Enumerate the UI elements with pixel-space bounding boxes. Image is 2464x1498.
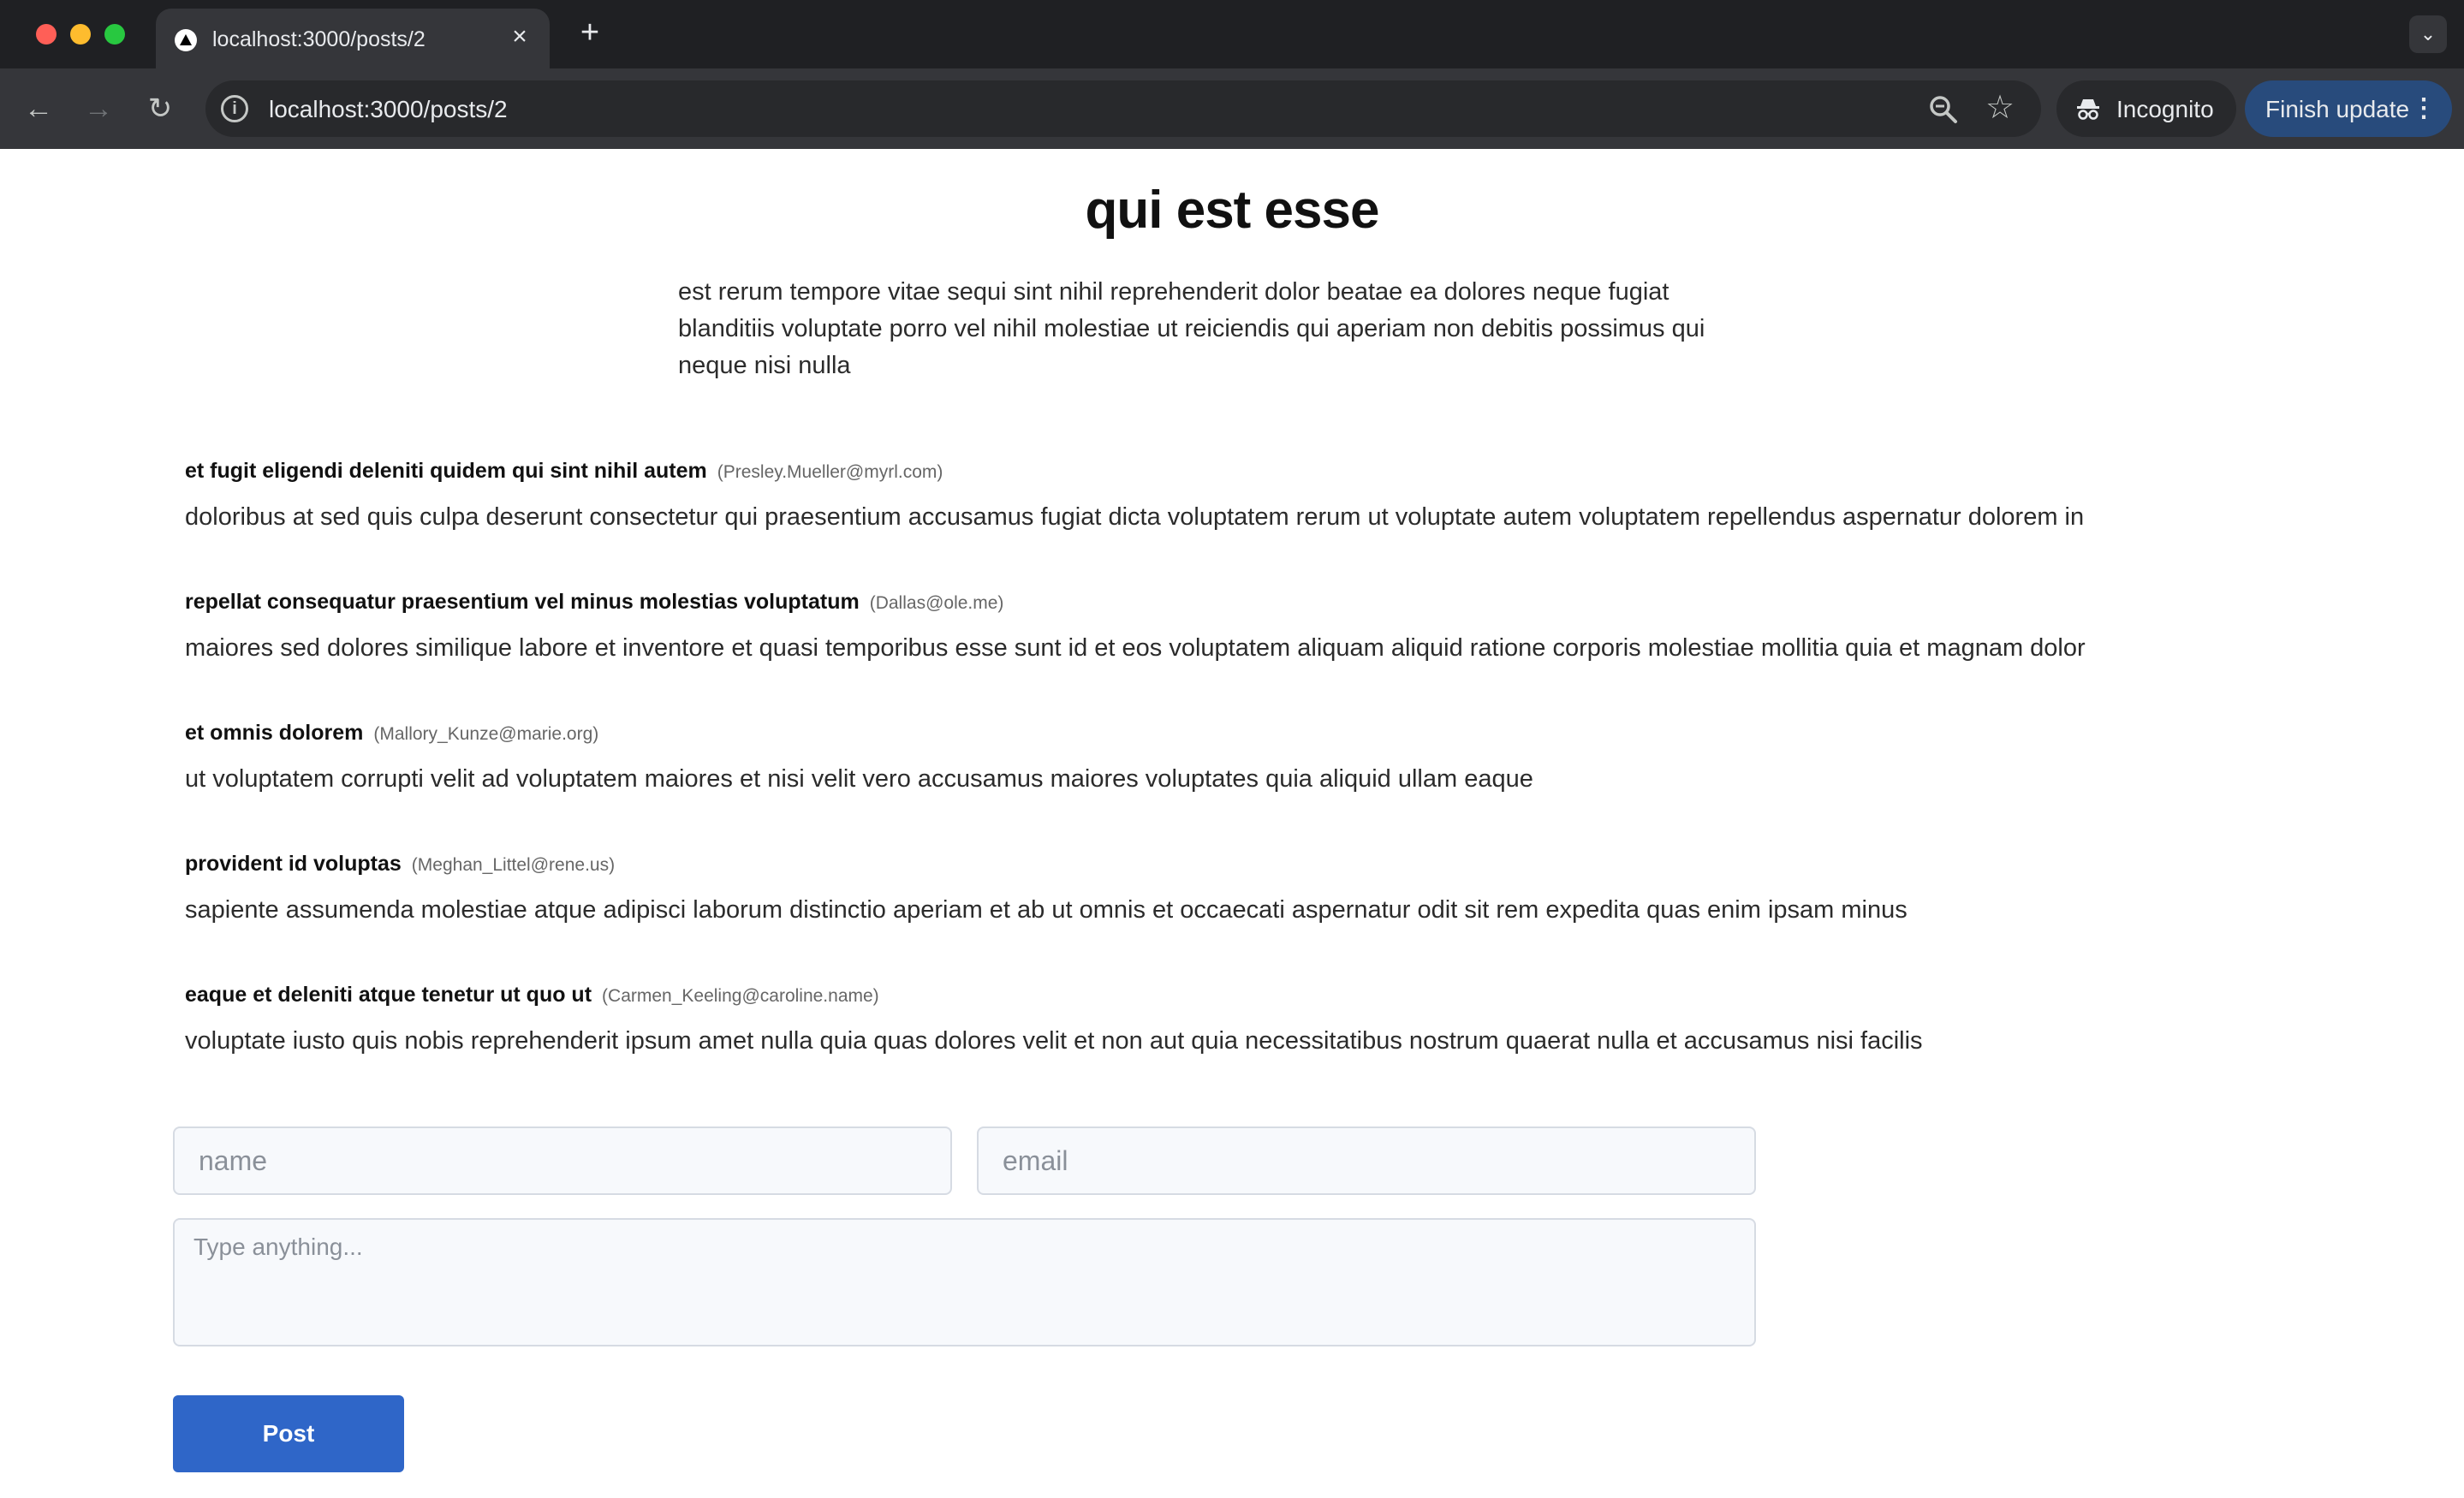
comment-item: provident id voluptas (Meghan_Littel@rene…	[185, 852, 2377, 983]
back-arrow-icon[interactable]: ←	[19, 89, 58, 128]
comment-body: ut voluptatem corrupti velit ad voluptat…	[185, 765, 1533, 793]
comment-name: et omnis dolorem	[185, 721, 364, 745]
comment-header: eaque et deleniti atque tenetur ut quo u…	[185, 983, 2377, 1017]
triangle-icon	[175, 29, 197, 51]
email-input[interactable]	[977, 1126, 1756, 1195]
comment-name: et fugit eligendi deleniti quidem qui si…	[185, 459, 707, 483]
comment-body: maiores sed dolores similique labore et …	[185, 634, 2086, 662]
reload-icon[interactable]: ↻	[140, 89, 180, 128]
browser-toolbar: ← → ↻ i localhost:3000/posts/2 ☆ Incogni…	[0, 68, 2464, 149]
bookmark-star-icon[interactable]: ☆	[1981, 89, 2019, 127]
forward-arrow-icon[interactable]: →	[79, 89, 118, 128]
minimize-window-button[interactable]	[70, 24, 91, 45]
comment-item: repellat consequatur praesentium vel min…	[185, 590, 2377, 721]
comment-body: sapiente assumenda molestiae atque adipi…	[185, 896, 1908, 924]
comment-item: et omnis dolorem (Mallory_Kunze@marie.org…	[185, 721, 2377, 852]
tab-bar: localhost:3000/posts/2 × + ⌄	[0, 0, 2464, 68]
close-window-button[interactable]	[36, 24, 57, 45]
comment-name: repellat consequatur praesentium vel min…	[185, 590, 860, 614]
menu-dots-icon[interactable]: ⋮	[2411, 93, 2437, 124]
comment-email: (Dallas@ole.me)	[869, 593, 1004, 613]
comment-item: et fugit eligendi deleniti quidem qui si…	[185, 459, 2377, 590]
comment-list: et fugit eligendi deleniti quidem qui si…	[185, 459, 2377, 1114]
comment-name: provident id voluptas	[185, 852, 402, 876]
page-viewport: qui est esse est rerum tempore vitae seq…	[0, 149, 2464, 1498]
comment-body: voluptate iusto quis nobis reprehenderit…	[185, 1027, 1923, 1055]
incognito-indicator[interactable]: Incognito	[2056, 80, 2236, 137]
post-button[interactable]: Post	[173, 1395, 404, 1472]
post-body: est rerum tempore vitae sequi sint nihil…	[678, 278, 1705, 379]
comment-header: et omnis dolorem (Mallory_Kunze@marie.org…	[185, 721, 2377, 755]
comment-email: (Presley.Mueller@myrl.com)	[717, 462, 943, 482]
maximize-window-button[interactable]	[104, 24, 125, 45]
comment-body: doloribus at sed quis culpa deserunt con…	[185, 503, 2085, 531]
comment-email: (Mallory_Kunze@marie.org)	[373, 724, 599, 744]
comment-header: et fugit eligendi deleniti quidem qui si…	[185, 459, 2377, 493]
comment-textarea[interactable]	[173, 1218, 1756, 1346]
comment-item: eaque et deleniti atque tenetur ut quo u…	[185, 983, 2377, 1114]
url-text[interactable]: localhost:3000/posts/2	[269, 96, 508, 123]
close-icon[interactable]: ×	[507, 24, 533, 50]
comment-email: (Carmen_Keeling@caroline.name)	[602, 986, 879, 1006]
finish-update-button[interactable]: Finish update ⋮	[2245, 80, 2452, 137]
name-input[interactable]	[173, 1126, 952, 1195]
post-title: qui est esse	[1085, 181, 1380, 240]
plus-icon[interactable]: +	[575, 16, 604, 49]
finish-update-label: Finish update	[2265, 96, 2410, 122]
tab-title: localhost:3000/posts/2	[212, 27, 426, 51]
comment-header: provident id voluptas (Meghan_Littel@rene…	[185, 852, 2377, 886]
info-icon[interactable]: i	[221, 95, 248, 122]
chevron-down-icon[interactable]: ⌄	[2409, 15, 2447, 53]
comment-header: repellat consequatur praesentium vel min…	[185, 590, 2377, 624]
active-tab[interactable]: localhost:3000/posts/2 ×	[156, 9, 550, 68]
comment-name: eaque et deleniti atque tenetur ut quo u…	[185, 983, 592, 1007]
incognito-label: Incognito	[2116, 96, 2214, 122]
comment-email: (Meghan_Littel@rene.us)	[411, 855, 616, 875]
address-bar[interactable]: i localhost:3000/posts/2 ☆	[205, 80, 2041, 137]
incognito-icon	[2077, 99, 2099, 120]
zoom-icon[interactable]	[1926, 92, 1961, 127]
